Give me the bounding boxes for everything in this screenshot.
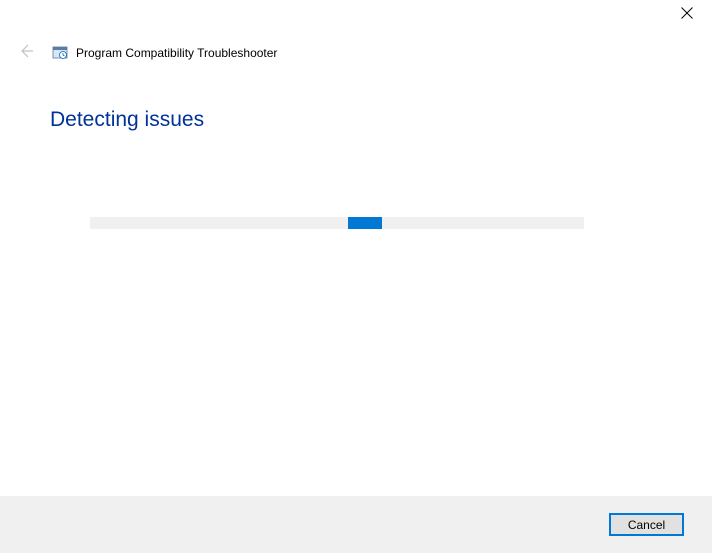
back-arrow-icon: [18, 43, 34, 64]
cancel-button[interactable]: Cancel: [609, 513, 684, 536]
progress-indicator: [348, 217, 382, 229]
titlebar: [0, 0, 712, 38]
close-icon: [681, 6, 693, 24]
footer: Cancel: [0, 496, 712, 553]
page-heading: Detecting issues: [50, 108, 712, 132]
content-area: Detecting issues: [0, 68, 712, 229]
troubleshooter-icon: [52, 45, 68, 61]
header-row: Program Compatibility Troubleshooter: [0, 38, 712, 68]
back-button[interactable]: [14, 41, 38, 65]
progress-bar: [90, 217, 584, 229]
close-button[interactable]: [664, 0, 710, 30]
window-title: Program Compatibility Troubleshooter: [76, 46, 277, 60]
